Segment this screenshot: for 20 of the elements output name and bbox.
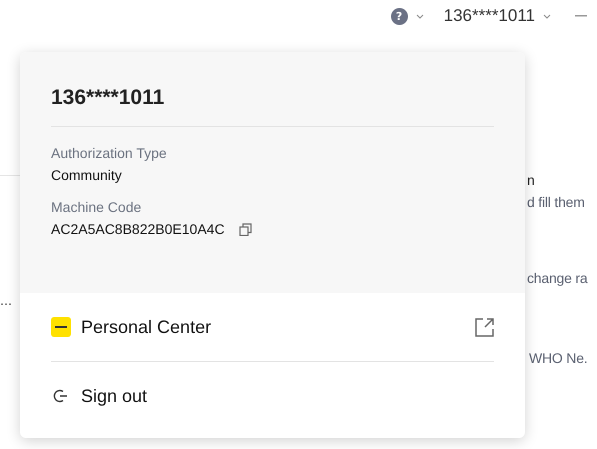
- page-text: n: [527, 172, 536, 188]
- field-value: Community: [51, 167, 122, 183]
- page-text: d fill them: [527, 194, 586, 210]
- help-icon[interactable]: ?: [390, 8, 408, 24]
- chevron-down-icon[interactable]: [543, 14, 551, 18]
- menu-item[interactable]: Sign out: [51, 362, 494, 430]
- chevron-down-icon[interactable]: [416, 14, 424, 18]
- page-text: change ra: [527, 270, 589, 286]
- account-name: 136****1011: [51, 85, 166, 110]
- page-text: WHO Ne.: [529, 350, 588, 366]
- external-link-icon[interactable]: [475, 318, 494, 336]
- field-value: AC2A5AC8B822B0E10A4C: [51, 221, 225, 237]
- copy-icon[interactable]: [238, 222, 252, 236]
- minimize-icon[interactable]: [575, 15, 587, 17]
- field-label: Machine Code: [51, 199, 142, 215]
- logo-icon: [51, 317, 71, 337]
- truncated-text: …: [0, 294, 12, 308]
- account-menu[interactable]: 136****1011: [444, 6, 535, 26]
- field-label: Authorization Type: [51, 145, 168, 161]
- menu-item[interactable]: Personal Center: [51, 293, 494, 361]
